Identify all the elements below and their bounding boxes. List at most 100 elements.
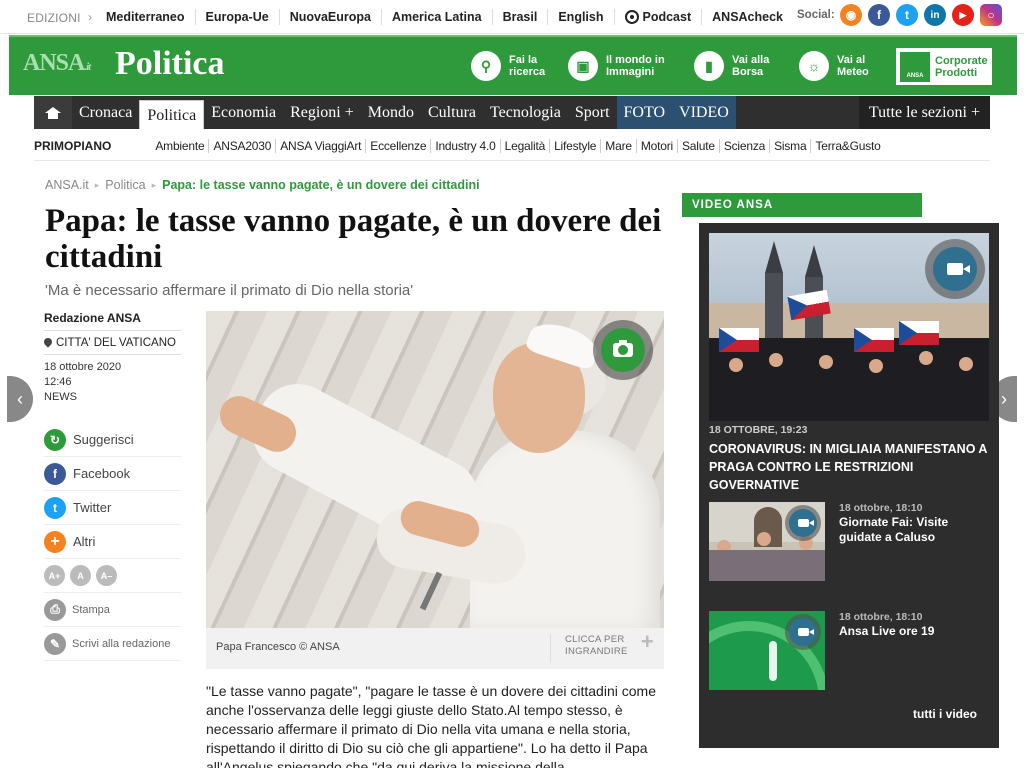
thumb-person xyxy=(869,359,883,373)
nav-item-foto[interactable]: FOTO xyxy=(616,96,673,129)
thumb-roof xyxy=(805,245,823,277)
edition-link-brasil[interactable]: Brasil xyxy=(493,9,549,25)
thumb-roof xyxy=(765,241,783,273)
breadcrumb-current: Papa: le tasse vanno pagate, è un dovere… xyxy=(162,178,480,192)
play-video-button[interactable] xyxy=(925,239,985,299)
article-date: 18 ottobre 2020 12:46 NEWS xyxy=(44,361,122,403)
font-decrease-button[interactable]: A– xyxy=(96,565,117,586)
weather-icon: ☼ xyxy=(799,51,829,81)
social-label: Social: xyxy=(797,9,835,21)
video-camera-icon xyxy=(797,519,814,527)
section-header: ANSA.it Politica ⚲ Fai la ricerca ▣ Il mo… xyxy=(9,35,1017,95)
subnav-item[interactable]: Industry 4.0 xyxy=(431,139,501,153)
nav-item-politica[interactable]: Politica xyxy=(139,100,205,129)
subnav-item[interactable]: ANSA2030 xyxy=(209,139,277,153)
write-editor-button[interactable]: ✎ Scrivi alla redazione xyxy=(44,627,181,661)
section-title[interactable]: Politica xyxy=(115,45,225,83)
weather-button[interactable]: ☼ Vai al Meteo xyxy=(799,51,869,81)
nav-item-mondo[interactable]: Mondo xyxy=(361,96,421,129)
breadcrumb: ANSA.it ▸ Politica ▸ Papa: le tasse vann… xyxy=(45,178,480,192)
share-twitter[interactable]: t Twitter xyxy=(44,491,181,525)
main-nav: Cronaca Politica Economia Regioni + Mond… xyxy=(34,96,990,129)
subnav-item[interactable]: Mare xyxy=(601,139,637,153)
nav-item-cronaca[interactable]: Cronaca xyxy=(72,96,139,129)
subnav-item[interactable]: Legalità xyxy=(501,139,551,153)
font-reset-button[interactable]: A xyxy=(70,565,91,586)
video-main-title[interactable]: CORONAVIRUS: IN MIGLIAIA MANIFESTANO A P… xyxy=(709,440,989,494)
subnav-item[interactable]: Eccellenze xyxy=(366,139,432,153)
thumb-flag xyxy=(854,328,894,352)
breadcrumb-section[interactable]: Politica xyxy=(105,178,145,192)
photo-caption: Papa Francesco © ANSA CLICCA PER INGRANDI… xyxy=(206,628,664,669)
youtube-icon[interactable]: ▶ xyxy=(952,4,974,26)
gallery-button[interactable]: ▣ Il mondo in Immagini xyxy=(568,51,665,81)
subnav-item[interactable]: Scienza xyxy=(720,139,771,153)
subnav-item[interactable]: Sisma xyxy=(770,139,812,153)
share-facebook[interactable]: f Facebook xyxy=(44,457,181,491)
video-thumbnail[interactable] xyxy=(709,611,825,690)
caption-text: Papa Francesco © ANSA xyxy=(216,641,340,653)
plus-icon: + xyxy=(640,629,654,654)
search-icon: ⚲ xyxy=(471,51,501,81)
stock-button[interactable]: ▮ Vai alla Borsa xyxy=(694,51,769,81)
ansa-logo[interactable]: ANSA.it xyxy=(23,50,91,77)
podcast-link[interactable]: Podcast xyxy=(615,9,703,25)
breadcrumb-home[interactable]: ANSA.it xyxy=(45,178,89,192)
nav-item-economia[interactable]: Economia xyxy=(204,96,283,129)
subnav-item[interactable]: Ambiente xyxy=(151,139,210,153)
nav-item-sport[interactable]: Sport xyxy=(568,96,617,129)
photo-gallery-button[interactable] xyxy=(593,320,653,380)
subnav-item[interactable]: Terra&Gusto xyxy=(811,139,884,153)
nav-item-regioni[interactable]: Regioni + xyxy=(283,96,361,129)
enlarge-photo-button[interactable]: CLICCA PER INGRANDIRE + xyxy=(550,629,664,663)
edition-link-europa-ue[interactable]: Europa-Ue xyxy=(196,9,280,25)
facebook-icon[interactable]: f xyxy=(868,4,890,26)
previous-article-button[interactable]: ‹ xyxy=(7,376,33,422)
plus-icon: + xyxy=(44,530,66,553)
play-video-button[interactable] xyxy=(785,614,821,650)
font-increase-button[interactable]: A+ xyxy=(44,565,65,586)
share-suggest[interactable]: ↻ Suggerisci xyxy=(44,423,181,457)
article-place: CITTA' DEL VATICANO xyxy=(44,331,181,355)
share-more[interactable]: + Altri xyxy=(44,525,181,559)
editions-label: EDIZIONI xyxy=(27,11,81,25)
facebook-icon: f xyxy=(44,462,66,485)
nav-item-cultura[interactable]: Cultura xyxy=(421,96,483,129)
all-videos-link[interactable]: tutti i video xyxy=(913,707,977,721)
ansacheck-link[interactable]: ANSAcheck xyxy=(702,9,793,25)
video-thumbnail[interactable] xyxy=(709,502,825,581)
corporate-button[interactable]: ANSA Corporate Prodotti xyxy=(896,48,992,85)
sub-nav: PRIMOPIANO Ambiente ANSA2030 ANSA Viaggi… xyxy=(34,136,885,156)
video-title[interactable]: Ansa Live ore 19 xyxy=(839,624,994,639)
edition-link-nuovaeuropa[interactable]: NuovaEuropa xyxy=(280,9,382,25)
nav-item-all-sections[interactable]: Tutte le sezioni + xyxy=(858,96,990,129)
chart-icon: ▮ xyxy=(694,51,724,81)
edition-link-america-latina[interactable]: America Latina xyxy=(382,9,493,25)
video-main-thumbnail[interactable] xyxy=(709,233,989,421)
edition-link-mediterraneo[interactable]: Mediterraneo xyxy=(96,9,196,25)
article-photo[interactable] xyxy=(206,311,664,628)
subnav-item[interactable]: Lifestyle xyxy=(550,139,602,153)
breadcrumb-separator-icon: ▸ xyxy=(94,179,100,190)
rss-icon[interactable]: ◉ xyxy=(840,4,862,26)
thumb-person xyxy=(769,353,783,367)
linkedin-icon[interactable]: in xyxy=(924,4,946,26)
play-video-button[interactable] xyxy=(785,505,821,541)
twitter-icon: t xyxy=(44,496,66,519)
social-links: ◉ f t in ▶ ○ xyxy=(840,4,1002,26)
podcast-icon xyxy=(624,10,639,24)
print-button[interactable]: ⎙ Stampa xyxy=(44,593,181,627)
nav-item-video[interactable]: VIDEO xyxy=(672,96,736,129)
subnav-item[interactable]: ANSA ViaggiArt xyxy=(276,139,367,153)
edition-link-english[interactable]: English xyxy=(548,9,615,25)
instagram-icon[interactable]: ○ xyxy=(980,4,1002,26)
video-title[interactable]: Giornate Fai: Visite guidate a Caluso xyxy=(839,515,994,545)
home-button[interactable] xyxy=(34,96,72,129)
twitter-icon[interactable]: t xyxy=(896,4,918,26)
subnav-item[interactable]: Motori xyxy=(637,139,678,153)
chevron-right-icon: › xyxy=(88,10,92,24)
font-size-controls: A+ A A– xyxy=(44,559,181,593)
search-button[interactable]: ⚲ Fai la ricerca xyxy=(471,51,545,81)
nav-item-tecnologia[interactable]: Tecnologia xyxy=(483,96,568,129)
subnav-item[interactable]: Salute xyxy=(678,139,720,153)
